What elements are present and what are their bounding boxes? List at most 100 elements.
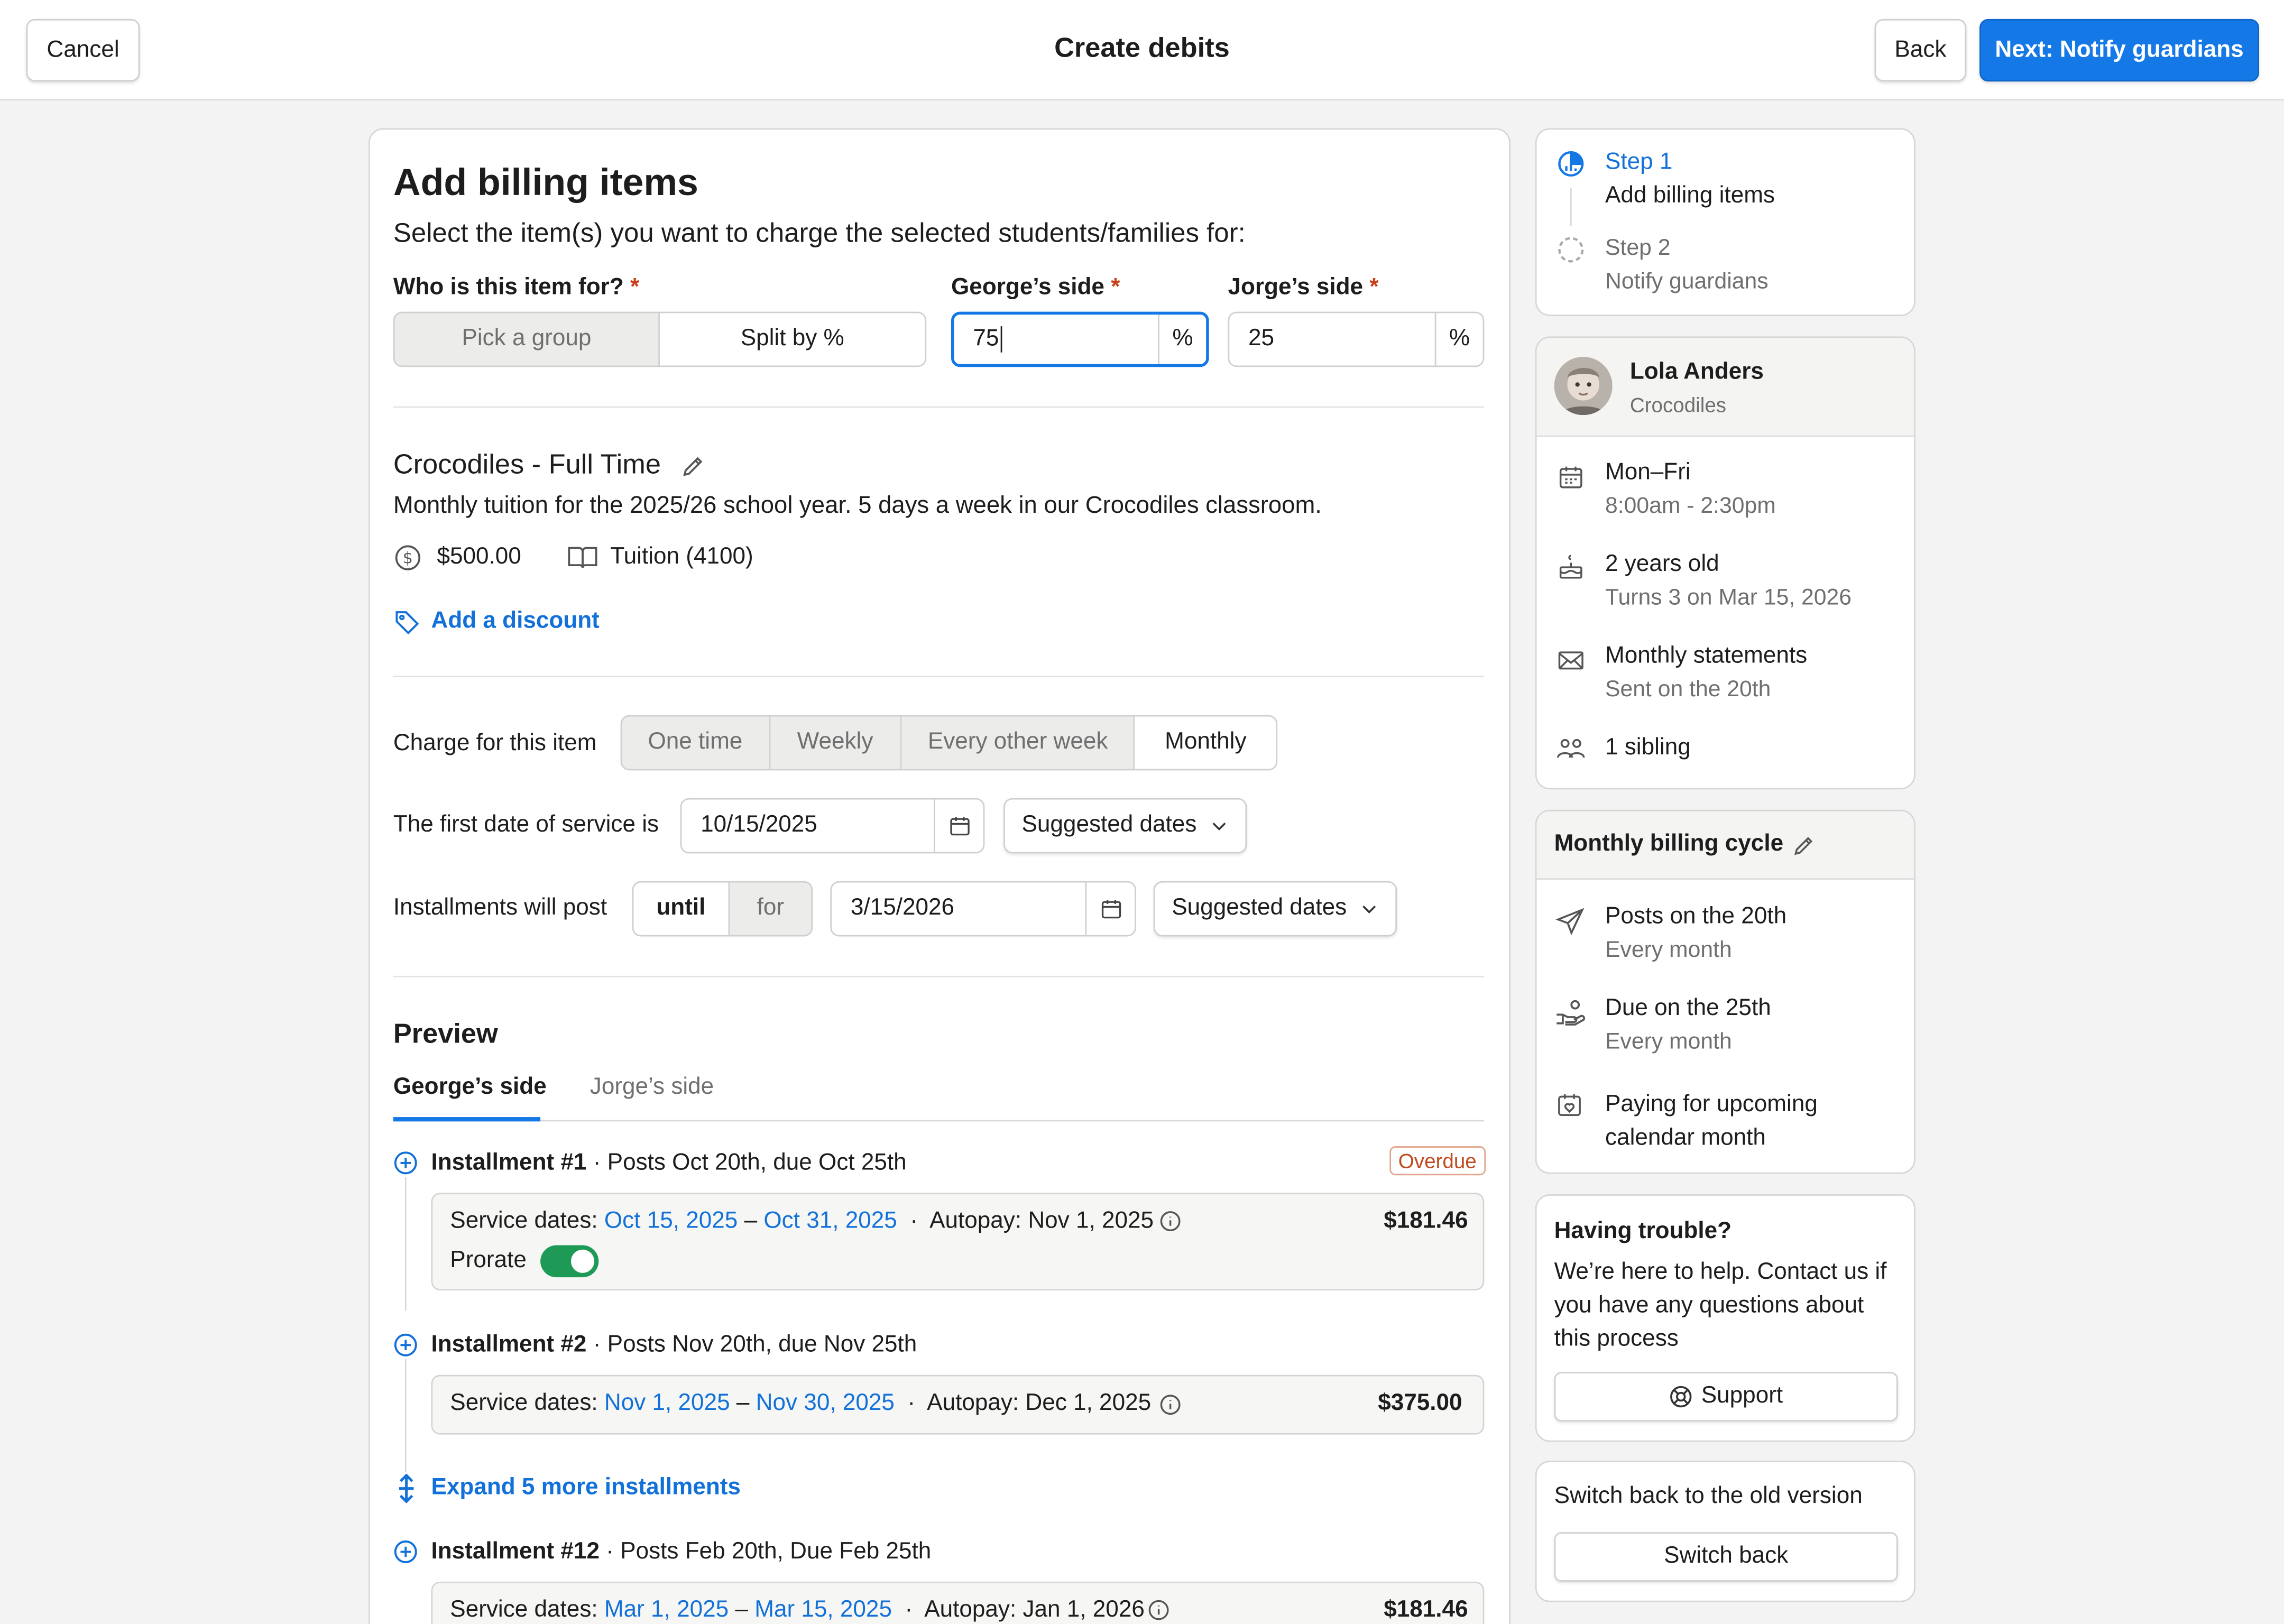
back-button[interactable]: Back bbox=[1874, 19, 1967, 82]
charge-frequency-control: One time Weekly Every other week Monthly bbox=[620, 715, 1278, 771]
divider bbox=[393, 676, 1485, 678]
billing-cycle-title: Monthly billing cycle bbox=[1554, 832, 1784, 856]
installment-1-amount: $181.46 bbox=[1384, 1208, 1468, 1234]
for-option[interactable]: for bbox=[730, 883, 811, 935]
people-icon bbox=[1555, 735, 1586, 763]
sibling-count: 1 sibling bbox=[1605, 735, 1691, 761]
due-on: Due on the 25th bbox=[1605, 996, 1771, 1021]
pencil-icon[interactable] bbox=[680, 453, 707, 479]
info-icon[interactable] bbox=[1159, 1394, 1181, 1416]
step-connector bbox=[1570, 188, 1572, 226]
send-icon bbox=[1555, 907, 1585, 936]
service-end-link[interactable]: Mar 15, 2025 bbox=[754, 1598, 892, 1622]
schedule-hours: 8:00am - 2:30pm bbox=[1605, 493, 1776, 519]
timeline-line bbox=[404, 1359, 407, 1473]
posts-frequency: Every month bbox=[1605, 938, 1732, 963]
item-account: Tuition (4100) bbox=[610, 545, 753, 570]
prorate-label: Prorate bbox=[450, 1248, 527, 1273]
installment-1-heading: Installment #1 · Posts Oct 20th, due Oct… bbox=[431, 1150, 907, 1176]
weekly-option[interactable]: Weekly bbox=[770, 716, 902, 769]
pick-a-group-option[interactable]: Pick a group bbox=[395, 313, 660, 366]
preview-title: Preview bbox=[393, 1019, 498, 1050]
next-notify-guardians-button[interactable]: Next: Notify guardians bbox=[1979, 19, 2260, 82]
help-title: Having trouble? bbox=[1554, 1219, 1732, 1244]
hand-coin-icon bbox=[1554, 998, 1587, 1027]
student-group: Crocodiles bbox=[1629, 393, 1727, 417]
installment-12-heading: Installment #12 · Posts Feb 20th, Due Fe… bbox=[431, 1539, 932, 1564]
service-end-link[interactable]: Oct 31, 2025 bbox=[763, 1209, 897, 1234]
lifebuoy-icon bbox=[1669, 1385, 1692, 1408]
tab-jorge-side[interactable]: Jorge’s side bbox=[590, 1075, 714, 1101]
suggested-dates-dropdown[interactable]: Suggested dates bbox=[1153, 881, 1397, 937]
billing-cycle-card: Monthly billing cycle Posts on the 20th … bbox=[1535, 809, 1915, 1174]
every-other-week-option[interactable]: Every other week bbox=[902, 716, 1136, 769]
support-button[interactable]: Support bbox=[1554, 1372, 1898, 1422]
installment-2-amount: $375.00 bbox=[1378, 1391, 1462, 1416]
percent-suffix: % bbox=[1434, 313, 1483, 366]
expand-installments-link[interactable]: Expand 5 more installments bbox=[431, 1475, 740, 1502]
timeline-line bbox=[404, 1177, 407, 1311]
plus-circle-icon[interactable] bbox=[393, 1539, 418, 1564]
avatar bbox=[1554, 356, 1613, 416]
pencil-icon[interactable] bbox=[1792, 833, 1817, 858]
service-start-link[interactable]: Nov 1, 2025 bbox=[604, 1391, 730, 1416]
expand-vertical-icon[interactable] bbox=[395, 1474, 418, 1503]
item-description: Monthly tuition for the 2025/26 school y… bbox=[393, 492, 1322, 519]
calendar-heart-icon bbox=[1555, 1091, 1583, 1118]
divider bbox=[393, 406, 1485, 408]
first-date-input[interactable]: 10/15/2025 bbox=[680, 798, 985, 854]
section-title: Add billing items bbox=[393, 160, 698, 204]
installment-12-amount: $181.46 bbox=[1384, 1598, 1468, 1623]
plus-circle-icon[interactable] bbox=[393, 1150, 418, 1175]
info-icon[interactable] bbox=[1148, 1599, 1169, 1621]
service-start-link[interactable]: Mar 1, 2025 bbox=[604, 1598, 729, 1622]
end-date-input[interactable]: 3/15/2026 bbox=[830, 881, 1136, 937]
paying-period: Paying for upcoming calendar month bbox=[1605, 1092, 1818, 1151]
service-start-link[interactable]: Oct 15, 2025 bbox=[604, 1209, 738, 1234]
suggested-dates-dropdown[interactable]: Suggested dates bbox=[1003, 798, 1247, 854]
charge-label: Charge for this item bbox=[393, 731, 597, 756]
section-subtitle: Select the item(s) you want to charge th… bbox=[393, 217, 1246, 248]
statement-date: Sent on the 20th bbox=[1605, 677, 1771, 702]
add-discount-link[interactable]: Add a discount bbox=[431, 609, 599, 635]
prorate-toggle[interactable] bbox=[540, 1245, 599, 1278]
ledger-book-icon bbox=[567, 545, 599, 571]
calendar-icon[interactable] bbox=[933, 799, 983, 852]
overdue-badge: Overdue bbox=[1389, 1146, 1486, 1176]
help-body: We’re here to help. Contact us if you ha… bbox=[1554, 1260, 1887, 1352]
george-side-label: George’s side * bbox=[951, 275, 1120, 300]
split-by-percent-option[interactable]: Split by % bbox=[660, 313, 925, 366]
who-label: Who is this item for? * bbox=[393, 275, 640, 300]
installment-1-service-dates: Service dates: Oct 15, 2025 – Oct 31, 20… bbox=[450, 1208, 1154, 1234]
switch-back-button[interactable]: Switch back bbox=[1554, 1532, 1898, 1582]
due-frequency: Every month bbox=[1605, 1029, 1732, 1055]
calendar-icon bbox=[1557, 463, 1585, 491]
service-end-link[interactable]: Nov 30, 2025 bbox=[756, 1391, 895, 1416]
jorge-side-label: Jorge’s side * bbox=[1228, 275, 1379, 300]
one-time-option[interactable]: One time bbox=[622, 716, 770, 769]
installment-2-service-dates: Service dates: Nov 1, 2025 – Nov 30, 202… bbox=[450, 1391, 1152, 1416]
active-tab-indicator bbox=[393, 1117, 541, 1122]
tab-george-side[interactable]: George’s side bbox=[393, 1075, 547, 1101]
step-1-name: Add billing items bbox=[1605, 183, 1775, 208]
george-percent-input[interactable]: 75 % bbox=[951, 311, 1209, 367]
percent-suffix: % bbox=[1158, 315, 1206, 364]
item-price: $500.00 bbox=[437, 545, 521, 570]
info-icon[interactable] bbox=[1159, 1210, 1181, 1232]
steps-card: Step 1 Add billing items Step 2 Notify g… bbox=[1535, 128, 1915, 316]
schedule-days: Mon–Fri bbox=[1605, 460, 1691, 485]
student-birthday: Turns 3 on Mar 15, 2026 bbox=[1605, 585, 1852, 611]
student-age: 2 years old bbox=[1605, 552, 1719, 577]
svg-text:$: $ bbox=[403, 549, 413, 567]
tag-icon bbox=[393, 609, 421, 636]
monthly-option[interactable]: Monthly bbox=[1135, 716, 1276, 769]
jorge-percent-input[interactable]: 25 % bbox=[1228, 311, 1485, 367]
step-progress-icon bbox=[1557, 150, 1585, 178]
until-option[interactable]: until bbox=[633, 882, 730, 935]
until-for-control: until for bbox=[632, 881, 813, 937]
plus-circle-icon[interactable] bbox=[393, 1333, 418, 1358]
calendar-icon[interactable] bbox=[1085, 882, 1135, 935]
statement-frequency: Monthly statements bbox=[1605, 643, 1808, 669]
student-card: Lola Anders Crocodiles Mon–Fri 8:00am - … bbox=[1535, 336, 1915, 790]
step-2-number: Step 2 bbox=[1605, 236, 1671, 261]
